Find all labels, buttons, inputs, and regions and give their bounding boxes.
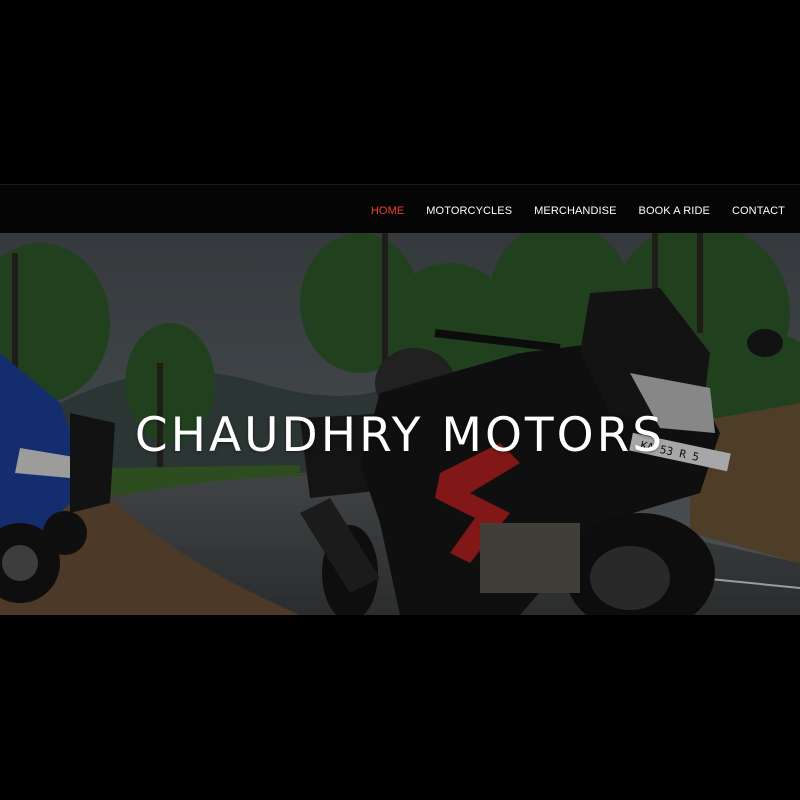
nav-item-home[interactable]: HOME <box>371 205 404 217</box>
hero-title: CHAUDHRY MOTORS <box>134 408 666 464</box>
nav-menu: HOME MOTORCYCLES MERCHANDISE BOOK A RIDE… <box>371 185 785 234</box>
page: HOME MOTORCYCLES MERCHANDISE BOOK A RIDE… <box>0 0 800 800</box>
nav-item-contact[interactable]: CONTACT <box>732 205 785 217</box>
nav-item-merchandise[interactable]: MERCHANDISE <box>534 205 616 217</box>
nav-item-motorcycles[interactable]: MOTORCYCLES <box>426 205 512 217</box>
top-navbar: HOME MOTORCYCLES MERCHANDISE BOOK A RIDE… <box>0 184 800 233</box>
hero-banner: KA 53 R 5 CHAUDHRY MOTORS <box>0 233 800 615</box>
nav-item-book-a-ride[interactable]: BOOK A RIDE <box>639 205 710 217</box>
